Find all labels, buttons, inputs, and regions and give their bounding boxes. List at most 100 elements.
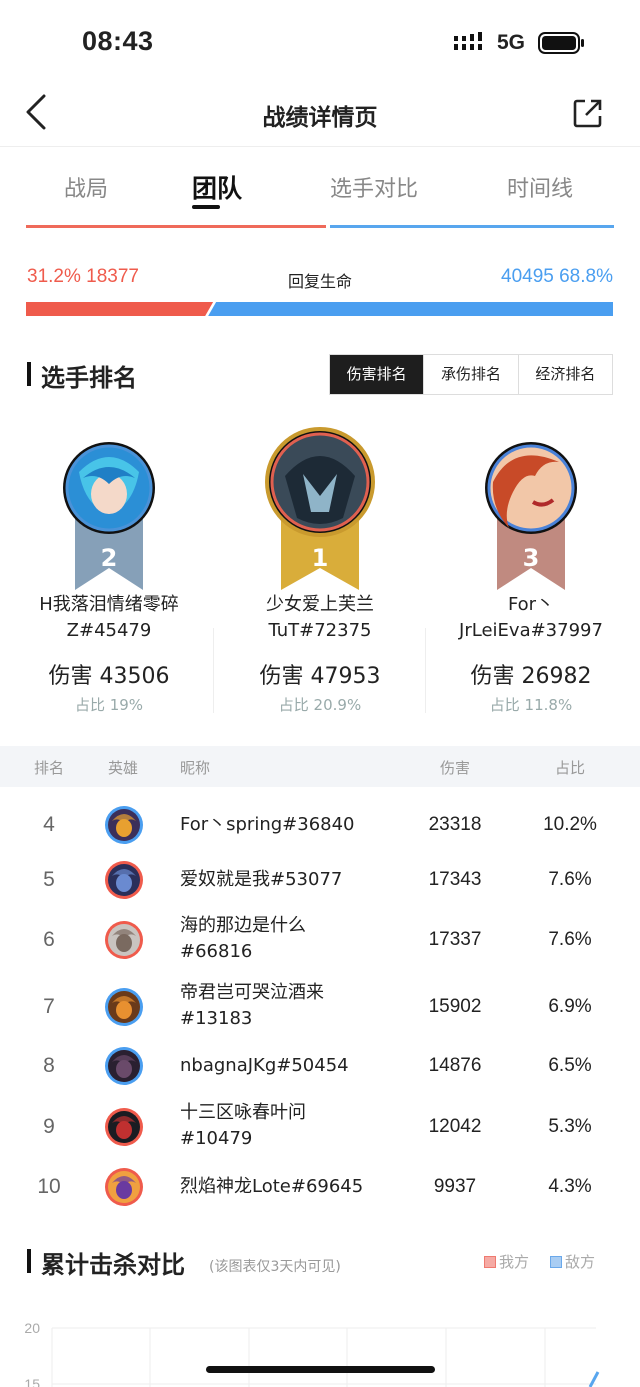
ranking-table-header: 排名 英雄 昵称 伤害 占比 bbox=[0, 746, 640, 787]
row-share: 6.5% bbox=[548, 1055, 592, 1076]
network-label: 5G bbox=[497, 31, 526, 54]
status-bar: 08:43 5G bbox=[0, 0, 640, 80]
nav-bar: 战绩详情页 bbox=[0, 80, 640, 146]
row-damage: 15902 bbox=[428, 996, 482, 1017]
podium-share: 占比 19% bbox=[74, 696, 144, 714]
segment-damage[interactable]: 伤害排名 bbox=[330, 355, 424, 394]
podium-rank-3[interactable]: 3 For丶 JrLeiEva#37997 伤害 26982 占比 11.8% bbox=[426, 420, 636, 720]
tab-team[interactable]: 团队 bbox=[190, 169, 244, 205]
row-rank: 8 bbox=[43, 1054, 55, 1077]
heal-comparison: 31.2% 18377 回复生命 40495 68.8% bbox=[0, 260, 640, 330]
col-share: 占比 bbox=[555, 759, 586, 777]
ranking-segment-control: 伤害排名 承伤排名 经济排名 bbox=[329, 354, 613, 395]
row-nickname: 帝君岂可哭泣酒来 #13183 bbox=[180, 982, 324, 1029]
podium-share: 占比 20.9% bbox=[278, 696, 362, 714]
tab-player-compare[interactable]: 选手对比 bbox=[326, 171, 422, 203]
tab-timeline[interactable]: 时间线 bbox=[504, 171, 576, 203]
row-nickname: 爱奴就是我#53077 bbox=[180, 869, 343, 890]
kills-header: 累计击杀对比 bbox=[27, 1245, 227, 1279]
podium-damage: 伤害 26982 bbox=[470, 664, 592, 689]
table-row[interactable]: 4 For丶spring#36840 23318 10.2% bbox=[0, 806, 640, 844]
legend-enemy: 敌方 bbox=[550, 1251, 595, 1272]
segment-economy[interactable]: 经济排名 bbox=[517, 355, 612, 394]
heal-enemy-bar bbox=[208, 302, 613, 316]
hero-avatar-icon bbox=[105, 921, 143, 959]
row-share: 7.6% bbox=[548, 929, 592, 950]
kills-chart: 2015 bbox=[24, 1320, 600, 1387]
heal-progress-bar bbox=[26, 302, 613, 316]
section-marker bbox=[27, 362, 31, 386]
table-row[interactable]: 5 爱奴就是我#53077 17343 7.6% bbox=[0, 861, 640, 899]
podium-damage: 伤害 43506 bbox=[48, 664, 170, 689]
col-nick: 昵称 bbox=[180, 759, 211, 777]
table-row[interactable]: 7 帝君岂可哭泣酒来 #13183 15902 6.9% bbox=[0, 980, 640, 1034]
team-blue-underline bbox=[330, 225, 614, 228]
kills-title: 累计击杀对比 bbox=[41, 1251, 185, 1279]
podium-rank-1[interactable]: 1 少女爱上芙兰 TuT#72375 伤害 47953 占比 20.9% bbox=[215, 420, 425, 720]
row-damage: 17343 bbox=[428, 869, 482, 890]
podium-rank-2[interactable]: 2 H我落泪情绪零碎 Z#45479 伤害 43506 占比 19% bbox=[4, 420, 214, 720]
row-damage: 14876 bbox=[428, 1055, 482, 1076]
podium-damage: 伤害 47953 bbox=[259, 664, 381, 689]
row-nickname: 十三区咏春叶问 #10479 bbox=[180, 1102, 306, 1149]
row-rank: 5 bbox=[43, 868, 55, 891]
section-marker bbox=[27, 1249, 31, 1273]
hero-avatar-icon bbox=[105, 1168, 143, 1206]
table-row[interactable]: 9 十三区咏春叶问 #10479 12042 5.3% bbox=[0, 1100, 640, 1154]
table-row[interactable]: 6 海的那边是什么 #66816 17337 7.6% bbox=[0, 913, 640, 967]
row-share: 4.3% bbox=[548, 1176, 592, 1197]
table-row[interactable]: 10 烈焰神龙Lote#69645 9937 4.3% bbox=[0, 1168, 640, 1206]
table-row[interactable]: 8 nbagnaJKg#50454 14876 6.5% bbox=[0, 1047, 640, 1085]
row-share: 10.2% bbox=[543, 814, 597, 835]
col-damage: 伤害 bbox=[440, 759, 471, 777]
row-share: 5.3% bbox=[548, 1116, 592, 1137]
legend-mine: 我方 bbox=[484, 1251, 529, 1272]
page-title: 战绩详情页 bbox=[262, 105, 378, 131]
row-damage: 23318 bbox=[428, 814, 482, 835]
row-rank: 4 bbox=[43, 813, 55, 836]
row-nickname: nbagnaJKg#50454 bbox=[180, 1055, 349, 1076]
podium-player-name: H我落泪情绪零碎 Z#45479 bbox=[39, 594, 179, 641]
row-rank: 9 bbox=[43, 1115, 55, 1138]
podium-share: 占比 11.8% bbox=[489, 696, 573, 714]
row-nickname: 海的那边是什么 #66816 bbox=[180, 915, 306, 962]
row-nickname: 烈焰神龙Lote#69645 bbox=[180, 1176, 364, 1197]
row-share: 7.6% bbox=[548, 869, 592, 890]
team-red-underline bbox=[26, 225, 326, 228]
tab-battle[interactable]: 战局 bbox=[62, 171, 110, 203]
podium-player-name: 少女爱上芙兰 TuT#72375 bbox=[266, 594, 374, 641]
y-tick-label: 15 bbox=[24, 1376, 40, 1387]
row-rank: 6 bbox=[43, 928, 55, 951]
podium-rank-number: 3 bbox=[522, 544, 540, 572]
row-rank: 7 bbox=[43, 995, 55, 1018]
row-nickname: For丶spring#36840 bbox=[180, 814, 355, 835]
podium-rank-number: 2 bbox=[100, 544, 118, 572]
hero-avatar-icon bbox=[105, 861, 143, 899]
podium-divider bbox=[425, 628, 426, 713]
row-rank: 10 bbox=[37, 1175, 61, 1198]
kills-note: (该图表仅3天内可见) bbox=[209, 1259, 341, 1275]
tab-active-indicator bbox=[192, 205, 220, 209]
row-damage: 9937 bbox=[433, 1176, 477, 1197]
share-icon[interactable] bbox=[573, 98, 603, 128]
hero-avatar-icon bbox=[105, 806, 143, 844]
ranking-header: 选手排名 bbox=[27, 358, 327, 392]
col-hero: 英雄 bbox=[108, 759, 139, 777]
heal-enemy-value: 40495 68.8% bbox=[501, 266, 613, 287]
segment-tank[interactable]: 承伤排名 bbox=[423, 355, 517, 394]
ranking-title: 选手排名 bbox=[41, 364, 137, 392]
legend-mine-swatch bbox=[484, 1256, 496, 1268]
heal-mine-bar bbox=[26, 302, 214, 316]
hero-avatar-icon bbox=[105, 988, 143, 1026]
legend-enemy-swatch bbox=[550, 1256, 562, 1268]
col-rank: 排名 bbox=[34, 759, 65, 777]
tab-bar: 战局 团队 选手对比 时间线 bbox=[0, 147, 640, 227]
signal-icon bbox=[454, 32, 482, 50]
home-indicator[interactable] bbox=[206, 1366, 435, 1373]
y-tick-label: 20 bbox=[24, 1320, 40, 1336]
hero-avatar-icon bbox=[105, 1047, 143, 1085]
hero-avatar-icon bbox=[105, 1108, 143, 1146]
podium-rank-number: 1 bbox=[311, 544, 329, 572]
podium-player-name: For丶 JrLeiEva#37997 bbox=[459, 594, 603, 641]
row-share: 6.9% bbox=[548, 996, 592, 1017]
